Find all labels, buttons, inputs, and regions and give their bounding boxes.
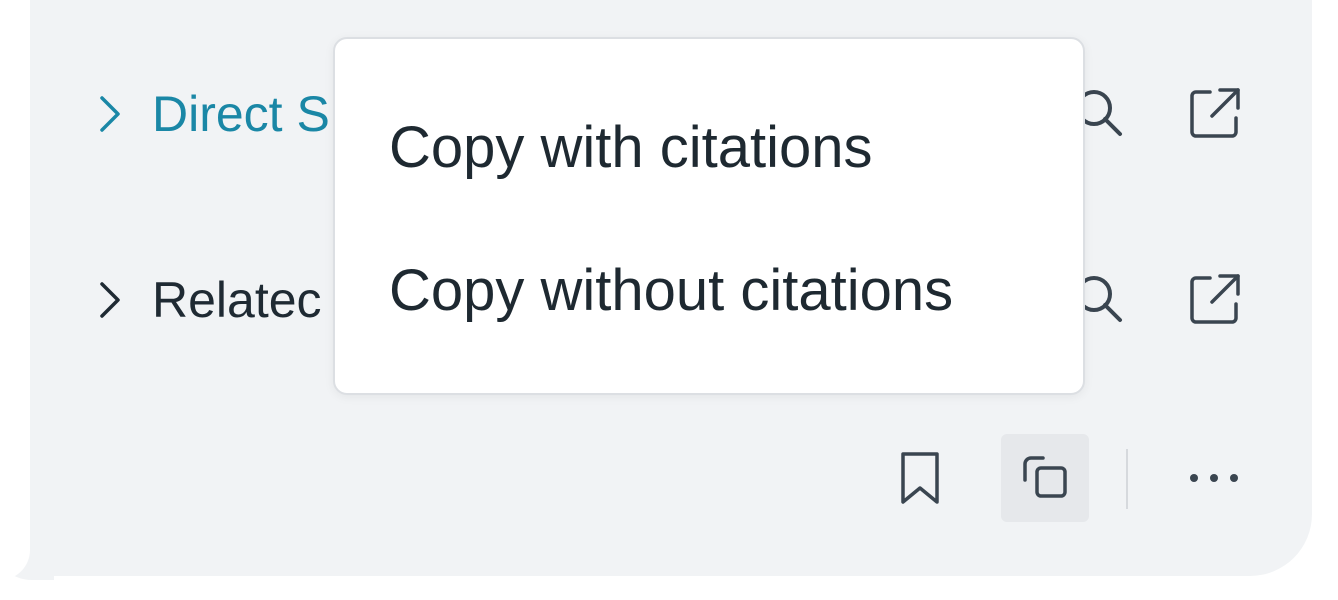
copy-icon xyxy=(1015,446,1075,511)
chevron-right-icon[interactable] xyxy=(90,280,130,320)
copy-without-citations-item[interactable]: Copy without citations xyxy=(389,257,953,324)
chevron-right-icon[interactable] xyxy=(90,94,130,134)
more-icon[interactable] xyxy=(1184,448,1244,508)
external-link-icon[interactable] xyxy=(1184,84,1244,144)
copy-menu: Copy with citations Copy without citatio… xyxy=(333,37,1085,395)
copy-button[interactable] xyxy=(1001,434,1089,522)
page: Direct S Relatec Copy with citations Cop… xyxy=(0,0,1338,600)
copy-with-citations-item[interactable]: Copy with citations xyxy=(389,114,873,181)
section-direct[interactable]: Direct S xyxy=(90,84,330,144)
section-related-label: Relatec xyxy=(152,272,322,328)
section-direct-label: Direct S xyxy=(152,86,330,142)
section-related[interactable]: Relatec xyxy=(90,270,322,330)
bookmark-icon[interactable] xyxy=(890,448,950,508)
external-link-icon[interactable] xyxy=(1184,270,1244,330)
toolbar-divider xyxy=(1126,449,1128,509)
